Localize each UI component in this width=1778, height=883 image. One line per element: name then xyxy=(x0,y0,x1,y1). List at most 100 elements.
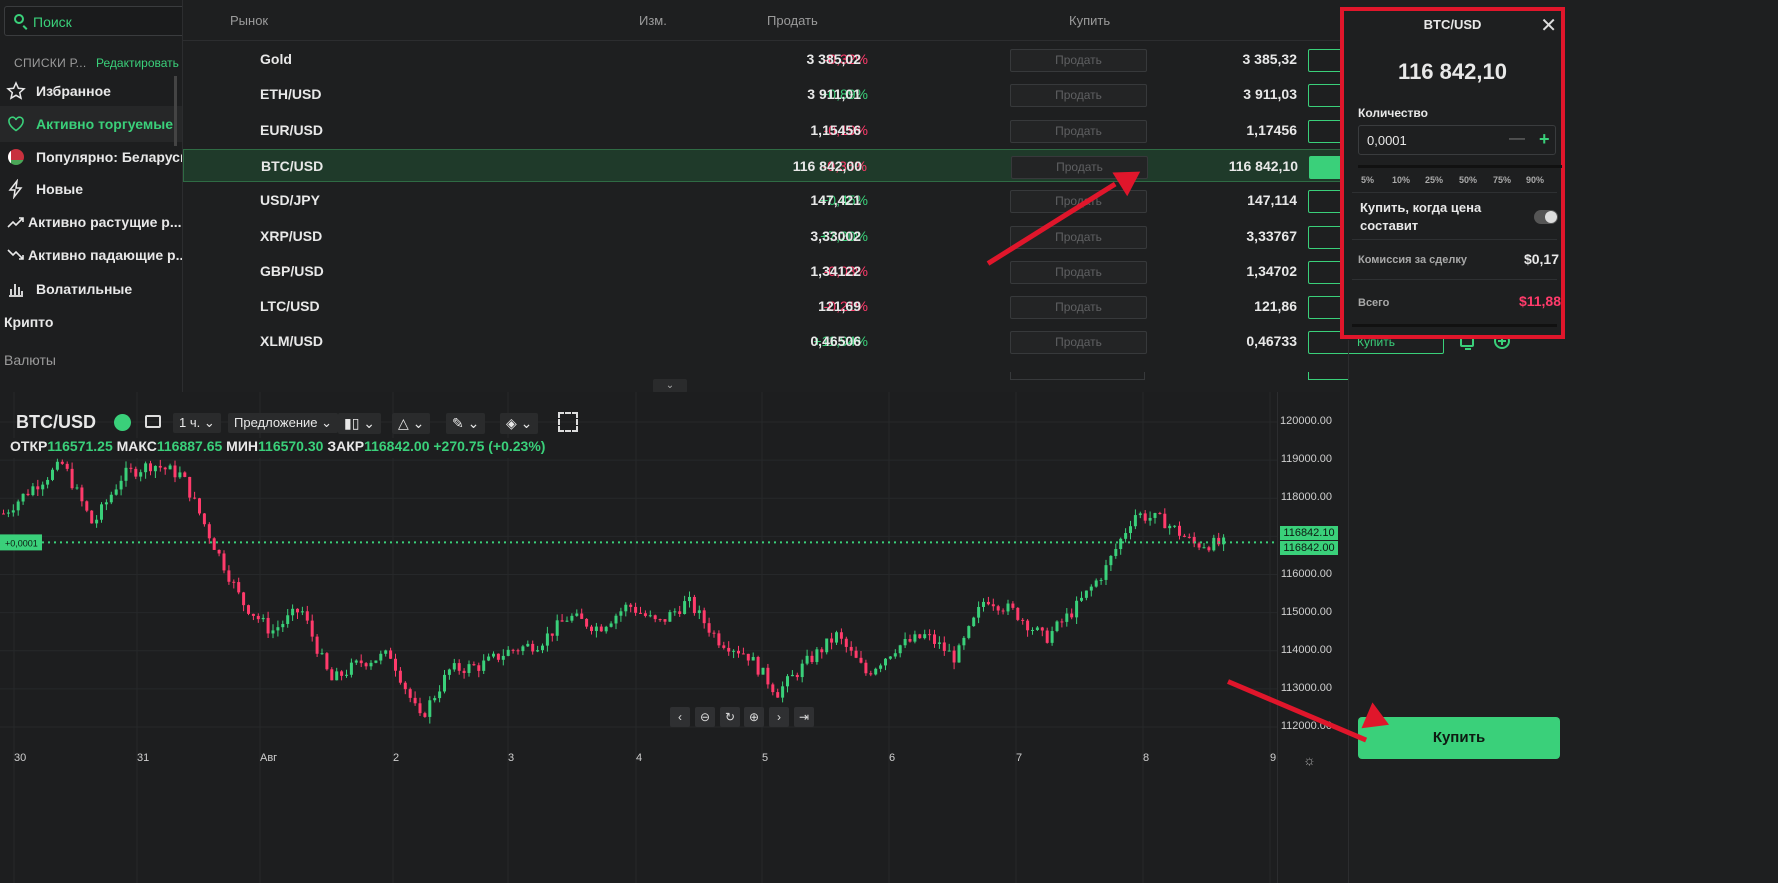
candle-body xyxy=(982,601,985,607)
candle-body xyxy=(879,665,883,669)
layers-icon[interactable]: ◈ ⌄ xyxy=(500,413,539,434)
candle-body xyxy=(1187,536,1191,538)
scroll-left-icon[interactable]: ‹ xyxy=(670,707,690,727)
price-type-select[interactable]: Предложение ⌄ xyxy=(228,413,339,433)
y-tick-label: 113000.00 xyxy=(1280,681,1332,694)
quantity-input[interactable] xyxy=(1365,132,1489,149)
sidebar-item-favorites[interactable]: Избранное xyxy=(0,73,182,109)
candle-body xyxy=(1148,517,1152,521)
percent-25[interactable]: 25% xyxy=(1425,175,1443,185)
candle-body xyxy=(746,653,750,661)
candle-body xyxy=(2,513,5,515)
y-tick-label: 116000.00 xyxy=(1280,567,1332,580)
scroll-to-end-icon[interactable]: ⇥ xyxy=(794,707,814,727)
sell-button[interactable]: Продать xyxy=(1010,260,1147,284)
percent-10[interactable]: 10% xyxy=(1392,175,1410,185)
candle-body xyxy=(991,604,995,607)
sidebar-item-falling[interactable]: Активно падающие р... xyxy=(0,237,182,273)
table-row[interactable]: ETH/USD+0,89%3 911,01Продать3 911,03Купи… xyxy=(183,78,1510,111)
sidebar-item-new[interactable]: Новые xyxy=(0,171,182,207)
scroll-right-icon[interactable]: › xyxy=(769,707,789,727)
table-row[interactable]: XRP/USD+7,20%3,33002Продать3,33767Купить xyxy=(183,220,1510,253)
sell-button[interactable]: Продать xyxy=(1010,296,1147,320)
candle-body xyxy=(692,596,696,614)
sidebar-item-rising[interactable]: Активно растущие р... xyxy=(0,204,182,240)
table-row[interactable]: XLM/USD +11,94% 0,46506 Продать 0,46733 Купит… xyxy=(183,325,1510,358)
check-badge-icon[interactable] xyxy=(114,414,131,431)
section-currencies[interactable]: Валюты xyxy=(4,352,56,368)
candlestick-chart[interactable]: +0,0001 xyxy=(0,392,1277,883)
candle-body xyxy=(531,643,535,652)
percent-50[interactable]: 50% xyxy=(1459,175,1477,185)
timeframe-select[interactable]: 1 ч. ⌄ xyxy=(173,413,221,433)
watchlist-sidebar: СПИСКИ Р... Редактировать Избранное Акти… xyxy=(0,0,183,436)
header-market[interactable]: Рынок xyxy=(230,13,268,28)
settings-gear-icon[interactable]: ☼ xyxy=(1303,752,1316,768)
change-value: +270.75 (+0.23%) xyxy=(433,438,546,454)
candle-body xyxy=(1163,513,1167,529)
candle-body xyxy=(487,656,491,661)
header-change[interactable]: Изм. xyxy=(639,13,667,28)
candle-body xyxy=(153,465,157,472)
table-row[interactable]: EUR/USD-0,19%1,15456Продать1,17456Купить xyxy=(183,114,1510,147)
percent-75[interactable]: 75% xyxy=(1493,175,1511,185)
search-box[interactable] xyxy=(4,6,182,36)
candle-body xyxy=(653,615,657,620)
candle-body xyxy=(707,623,711,633)
candle-body xyxy=(492,653,495,657)
candle-body xyxy=(849,646,853,651)
sell-button[interactable]: Продать xyxy=(1010,49,1147,72)
candle-body xyxy=(575,613,579,616)
limit-price-toggle[interactable] xyxy=(1534,210,1558,224)
increment-button[interactable]: + xyxy=(1539,129,1550,150)
reset-icon[interactable]: ↻ xyxy=(720,707,740,727)
price-chart[interactable]: +0,0001 xyxy=(0,392,1340,883)
zoom-out-icon[interactable]: ⊖ xyxy=(695,707,715,727)
fullscreen-icon[interactable] xyxy=(558,412,578,432)
row-buy-price: 1,34702 xyxy=(1246,262,1297,279)
table-row[interactable]: BTC/USD -0,36% 116 842,00 Продать 116 842,10… xyxy=(183,148,1511,182)
candle-body xyxy=(384,650,388,654)
candles-icon[interactable]: ▮▯ ⌄ xyxy=(338,413,382,434)
header-sell[interactable]: Продать xyxy=(767,13,818,28)
sidebar-scrollbar[interactable] xyxy=(174,76,177,146)
section-crypto[interactable]: Крипто xyxy=(4,314,53,330)
quantity-stepper[interactable]: — + xyxy=(1358,125,1556,155)
open-label: ОТКР xyxy=(10,438,48,454)
candle-body xyxy=(232,581,236,583)
percent-5[interactable]: 5% xyxy=(1361,175,1374,185)
decrement-button[interactable]: — xyxy=(1509,130,1525,148)
chart-type-icon[interactable] xyxy=(145,415,161,428)
edit-lists-link[interactable]: Редактировать xyxy=(96,56,179,70)
table-row[interactable]: LTC/USD-0,21%121,69Продать121,86Купить xyxy=(183,290,1510,323)
candle-body xyxy=(1173,525,1177,527)
table-row[interactable]: USD/JPY+0,45%147,421Продать147,114Купить xyxy=(183,184,1510,217)
collapse-panel-chevron-icon[interactable]: ⌄ xyxy=(653,379,687,393)
indicators-icon[interactable]: △ ⌄ xyxy=(392,413,431,434)
percent-90[interactable]: 90% xyxy=(1526,175,1544,185)
quantity-slider[interactable] xyxy=(1358,165,1562,168)
table-row[interactable]: GBP/USD-0,03%1,34122Продать1,34702Купить xyxy=(183,255,1510,288)
header-buy[interactable]: Купить xyxy=(1069,13,1110,28)
candle-body xyxy=(624,604,628,612)
price-axis[interactable]: 120000.00119000.00118000.00117000.001160… xyxy=(1277,392,1342,883)
sell-button[interactable]: Продать xyxy=(1010,331,1147,355)
sell-button[interactable]: Продать xyxy=(1010,119,1147,143)
candle-body xyxy=(251,613,255,616)
table-row[interactable]: Gold-0,32%3 385,02Продать3 385,32Купить xyxy=(183,43,1510,76)
candle-body xyxy=(467,664,471,674)
candle-body xyxy=(163,467,167,470)
sidebar-item-volatile[interactable]: Волатильные xyxy=(0,271,182,307)
sell-button[interactable]: Продать xyxy=(1010,84,1147,108)
candle-body xyxy=(737,650,740,654)
candle-body xyxy=(354,660,358,663)
pencil-icon[interactable]: ✎ ⌄ xyxy=(446,413,486,434)
search-input[interactable] xyxy=(31,11,182,33)
sidebar-item-popular-belarus[interactable]: Популярно: Беларусь xyxy=(0,139,182,175)
candle-body xyxy=(85,501,89,511)
candle-body xyxy=(144,463,148,473)
close-icon[interactable]: ✕ xyxy=(1540,13,1557,38)
candle-body xyxy=(874,668,878,675)
zoom-in-icon[interactable]: ⊕ xyxy=(744,707,764,727)
sidebar-item-most-traded[interactable]: Активно торгуемые xyxy=(0,106,182,142)
